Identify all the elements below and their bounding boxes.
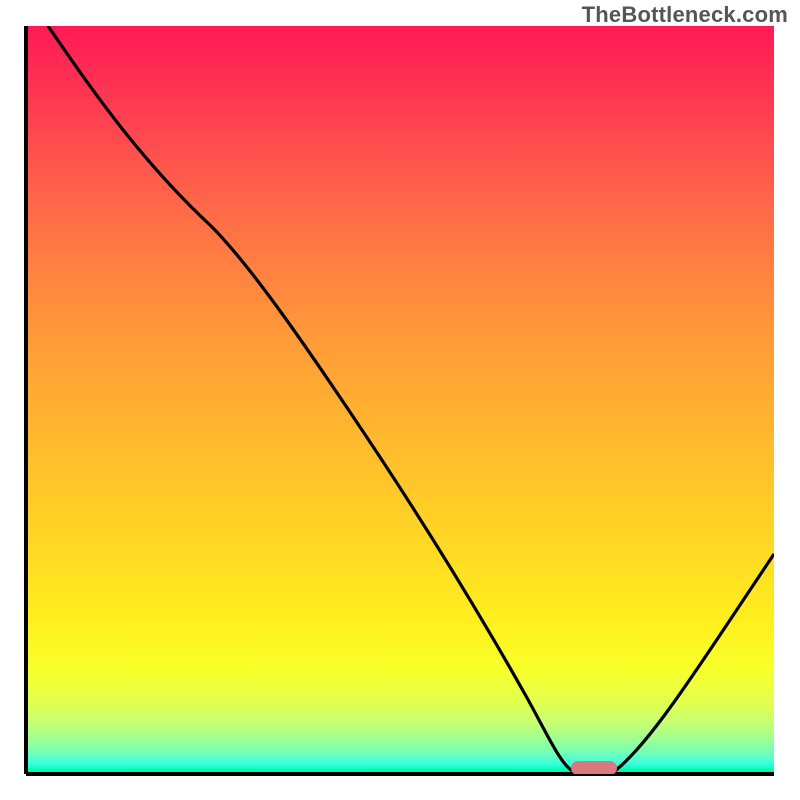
plot-area xyxy=(26,26,774,774)
watermark-label: TheBottleneck.com xyxy=(582,2,788,28)
bottleneck-curve xyxy=(26,26,774,774)
bottleneck-chart: TheBottleneck.com xyxy=(0,0,800,800)
optimal-point-marker xyxy=(571,761,617,774)
curve-path xyxy=(48,26,774,770)
